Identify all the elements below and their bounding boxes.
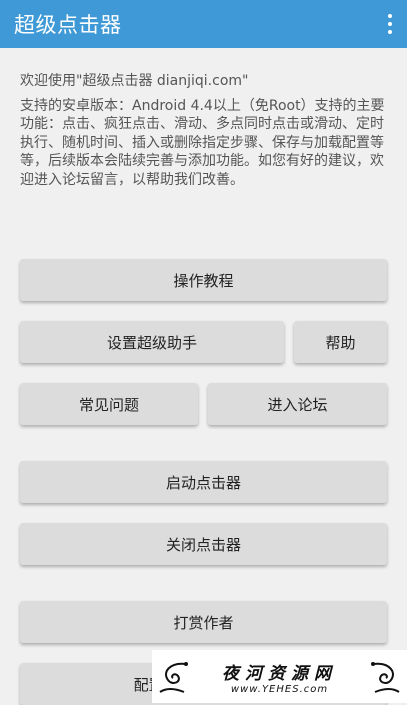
tutorial-button[interactable]: 操作教程 bbox=[20, 259, 387, 301]
faq-button[interactable]: 常见问题 bbox=[20, 383, 198, 425]
watermark-cn: 夜河资源网 bbox=[222, 663, 337, 684]
app-title: 超级点击器 bbox=[14, 13, 122, 37]
start-clicker-button[interactable]: 启动点击器 bbox=[20, 461, 387, 503]
forum-button[interactable]: 进入论坛 bbox=[208, 383, 387, 425]
watermark-logo: 夜河资源网 www.YEHES.com bbox=[152, 650, 407, 703]
app-bar: 超级点击器 bbox=[0, 0, 407, 48]
ornament-icon bbox=[371, 662, 400, 693]
intro-welcome: 欢迎使用"超级点击器 dianjiqi.com" bbox=[20, 73, 249, 89]
tip-author-button[interactable]: 打赏作者 bbox=[20, 601, 387, 643]
intro-paragraph: 支持的安卓版本：Android 4.4以上（免Root）支持的主要功能：点击、疯… bbox=[20, 97, 385, 188]
ornament-icon bbox=[159, 662, 188, 693]
overflow-menu-icon[interactable] bbox=[387, 14, 393, 34]
stop-clicker-button[interactable]: 关闭点击器 bbox=[20, 523, 387, 565]
watermark-url: www.YEHES.com bbox=[230, 683, 329, 695]
setup-assistant-button[interactable]: 设置超级助手 bbox=[20, 321, 284, 363]
help-button[interactable]: 帮助 bbox=[294, 321, 387, 363]
intro-text: 欢迎使用"超级点击器 dianjiqi.com" 支持的安卓版本：Android… bbox=[20, 72, 392, 190]
